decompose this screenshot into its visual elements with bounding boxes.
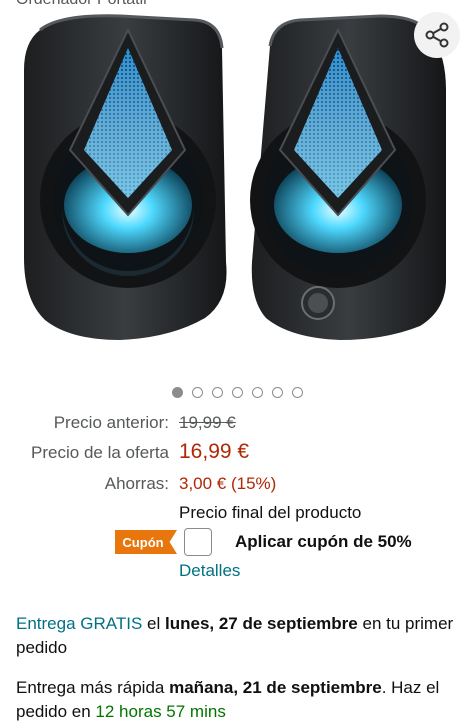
pagination-dot[interactable] (272, 387, 283, 398)
offer-price-row: Precio de la oferta 16,99 € (0, 440, 475, 467)
delivery-date: lunes, 27 de septiembre (165, 614, 358, 633)
offer-price-value: 16,99 € (179, 440, 250, 463)
fast-delivery-prefix: Entrega más rápida (16, 678, 165, 697)
savings-value: 3,00 € (15%) (179, 474, 277, 493)
fast-delivery-date: mañana, 21 de septiembre (169, 678, 382, 697)
pagination-dot[interactable] (172, 387, 183, 398)
pagination-dot[interactable] (192, 387, 203, 398)
pagination-dot[interactable] (212, 387, 223, 398)
savings-row: Ahorras: 3,00 € (15%) (0, 474, 475, 498)
free-delivery-message: Entrega GRATIS el lunes, 27 de septiembr… (16, 612, 461, 660)
coupon-badge-label: Cupón (122, 534, 164, 550)
pagination-dot[interactable] (292, 387, 303, 398)
delivery-el: el (147, 614, 161, 633)
coupon-checkbox[interactable] (184, 528, 212, 556)
coupon-details-link[interactable]: Detalles (179, 561, 240, 581)
share-icon (425, 22, 449, 48)
offer-price-label: Precio de la oferta (31, 443, 169, 462)
fast-delivery-message: Entrega más rápida mañana, 21 de septiem… (16, 676, 461, 724)
previous-price-value: 19,99 € (179, 413, 236, 432)
final-price-note: Precio final del producto (179, 503, 362, 522)
product-image[interactable] (0, 0, 475, 375)
image-pagination[interactable] (0, 387, 475, 398)
left-speaker (24, 14, 227, 341)
share-button[interactable] (414, 12, 460, 58)
pagination-dot[interactable] (232, 387, 243, 398)
coupon-apply-label[interactable]: Aplicar cupón de 50% (235, 532, 412, 552)
pagination-dot[interactable] (252, 387, 263, 398)
free-delivery-link[interactable]: Entrega GRATIS (16, 614, 142, 633)
order-countdown: 12 horas 57 mins (95, 702, 226, 721)
coupon-badge: Cupón (115, 530, 177, 554)
previous-price-row: Precio anterior: 19,99 € (0, 413, 475, 437)
savings-label: Ahorras: (104, 474, 169, 493)
right-speaker (250, 14, 446, 340)
previous-price-label: Precio anterior: (53, 413, 169, 432)
